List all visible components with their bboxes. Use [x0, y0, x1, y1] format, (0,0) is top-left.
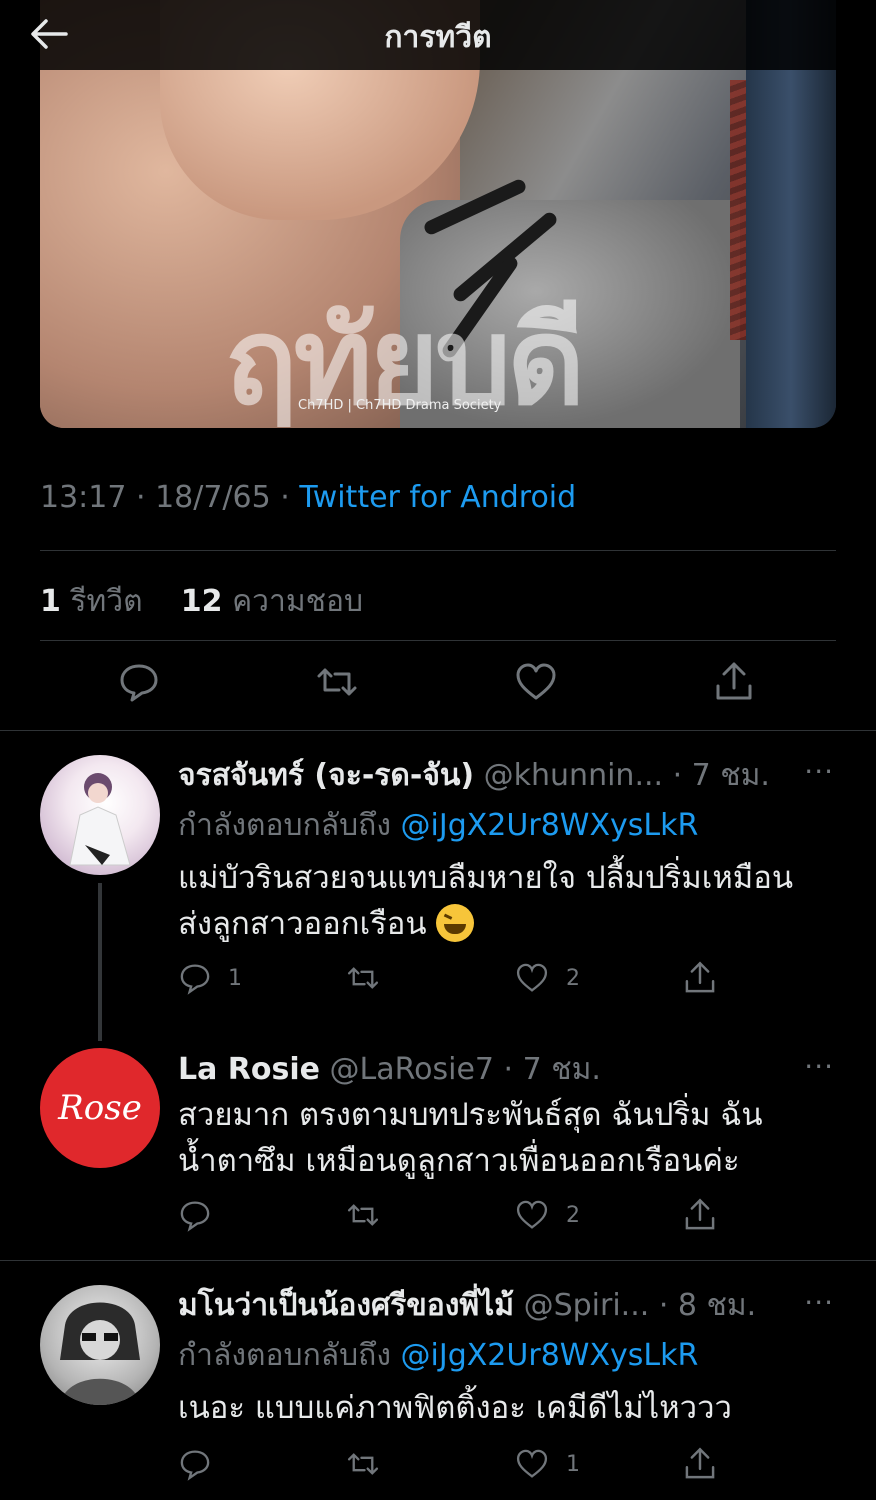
share-icon [685, 1198, 715, 1230]
reply-text: เนอะ แบบแค่ภาพฟิตติ้งอะ เคมีดีไม่ไหววว [178, 1385, 848, 1431]
laughing-emoji-icon [436, 904, 475, 942]
reply-action[interactable] [178, 1444, 212, 1484]
like-icon [516, 963, 548, 992]
avatar-illustration [69, 773, 131, 866]
reply-text-fragment: ส่งลูกสาวออกเรือน [178, 906, 437, 942]
divider [0, 730, 876, 731]
tweet-action-bar [0, 660, 876, 714]
like-icon [516, 1449, 548, 1478]
more-options-button[interactable]: ··· [804, 1286, 834, 1319]
like-icon [516, 1200, 548, 1229]
avatar-logo-text: Rose [58, 1088, 142, 1128]
like-action[interactable]: 2 [514, 958, 580, 998]
replying-prefix: กำลังตอบกลับถึง [178, 808, 401, 843]
retweets-stat[interactable]: 1 รีทวีต [40, 584, 143, 619]
replying-to: กำลังตอบกลับถึง @iJgX2Ur8WXysLkR [178, 802, 698, 849]
share-action[interactable] [682, 1444, 718, 1484]
reply-author-handle[interactable]: @khunnin... · 7 ชม. [474, 758, 770, 793]
reply-header: La Rosie @LaRosie7 · 7 ชม. [178, 1046, 601, 1093]
more-options-button[interactable]: ··· [804, 755, 834, 788]
more-options-button[interactable]: ··· [804, 1050, 834, 1083]
share-icon [685, 1447, 715, 1479]
reply-action[interactable] [178, 1195, 212, 1235]
avatar-illustration [60, 1302, 140, 1405]
reply-header: จรสจันทร์ (จะ-รด-จัน) @khunnin... · 7 ชม… [178, 752, 770, 799]
image-credit: Ch7HD | Ch7HD Drama Society [298, 398, 502, 413]
likes-label: ความชอบ [222, 584, 364, 619]
thread-line [98, 883, 102, 1041]
retweet-action[interactable] [344, 958, 382, 998]
retweets-label: รีทวีต [60, 584, 143, 619]
reply-actions: 2 [178, 1195, 738, 1235]
reply-actions: 1 [178, 1444, 738, 1484]
likes-count: 12 [180, 584, 223, 619]
retweet-icon[interactable] [315, 660, 359, 704]
avatar[interactable] [40, 1285, 160, 1405]
tweet-meta: 13:17 · 18/7/65 · Twitter for Android [40, 480, 576, 515]
retweets-count: 1 [40, 584, 61, 619]
share-action[interactable] [682, 958, 718, 998]
replying-to: กำลังตอบกลับถึง @iJgX2Ur8WXysLkR [178, 1332, 698, 1379]
tweet-stats: 1 รีทวีต 12 ความชอบ [40, 578, 363, 625]
reply-header: มโนว่าเป็นน้องศรีของพี่ไม้ @Spiri... · 8… [178, 1282, 756, 1329]
retweet-icon [347, 1453, 379, 1475]
share-action[interactable] [682, 1195, 718, 1235]
like-action[interactable]: 1 [514, 1444, 580, 1484]
reply-action[interactable]: 1 [178, 958, 242, 998]
reply-count: 1 [228, 965, 242, 991]
tweet-source-link[interactable]: Twitter for Android [299, 480, 576, 515]
share-icon [685, 961, 715, 993]
like-count: 2 [566, 1202, 580, 1228]
likes-stat[interactable]: 12 ความชอบ [181, 584, 363, 619]
tweet-timestamp: 13:17 · 18/7/65 · [40, 480, 300, 515]
reply-icon [180, 1201, 210, 1232]
reply-text: สวยมาก ตรงตามบทประพันธ์สุด ฉันปริ่ม ฉัน … [178, 1092, 848, 1184]
retweet-action[interactable] [344, 1444, 382, 1484]
like-count: 2 [566, 965, 580, 991]
like-action[interactable]: 2 [514, 1195, 580, 1235]
reply-icon [180, 1450, 210, 1481]
reply-text-line: แม่บัวรินสวยจนแทบลืมหายใจ ปลื้มปริ่มเหมื… [178, 860, 794, 896]
replying-to-handle[interactable]: @iJgX2Ur8WXysLkR [401, 808, 699, 843]
reply-author-name[interactable]: จรสจันทร์ (จะ-รด-จัน) [178, 758, 474, 793]
replying-to-handle[interactable]: @iJgX2Ur8WXysLkR [401, 1338, 699, 1373]
reply-text: แม่บัวรินสวยจนแทบลืมหายใจ ปลื้มปริ่มเหมื… [178, 855, 848, 947]
reply-text-line: น้ำตาซึม เหมือนดูลูกสาวเพื่อนออกเรือนค่ะ [178, 1143, 740, 1179]
reply-text-line: เนอะ แบบแค่ภาพฟิตติ้งอะ เคมีดีไม่ไหววว [178, 1390, 732, 1426]
reply-actions: 1 2 [178, 958, 738, 998]
avatar[interactable]: Rose [40, 1048, 160, 1168]
like-icon[interactable] [514, 660, 558, 704]
page-title: การทวีต [384, 20, 492, 55]
retweet-icon [347, 967, 379, 989]
top-bar: การทวีต [0, 0, 876, 70]
share-icon[interactable] [712, 660, 756, 704]
retweet-action[interactable] [344, 1195, 382, 1235]
like-count: 1 [566, 1451, 580, 1477]
divider [0, 1260, 876, 1261]
reply-author-handle[interactable]: @LaRosie7 · 7 ชม. [320, 1052, 601, 1087]
retweet-icon [347, 1204, 379, 1226]
reply-icon [180, 964, 210, 995]
replying-prefix: กำลังตอบกลับถึง [178, 1338, 401, 1373]
reply-author-handle[interactable]: @Spiri... · 8 ชม. [514, 1288, 757, 1323]
divider [40, 640, 836, 641]
divider [40, 550, 836, 551]
reply-icon[interactable] [117, 660, 161, 704]
avatar[interactable] [40, 755, 160, 875]
reply-author-name[interactable]: La Rosie [178, 1052, 320, 1087]
reply-text-line: ส่งลูกสาวออกเรือน [178, 901, 848, 947]
reply-text-line: สวยมาก ตรงตามบทประพันธ์สุด ฉันปริ่ม ฉัน [178, 1097, 763, 1133]
reply-author-name[interactable]: มโนว่าเป็นน้องศรีของพี่ไม้ [178, 1288, 514, 1323]
